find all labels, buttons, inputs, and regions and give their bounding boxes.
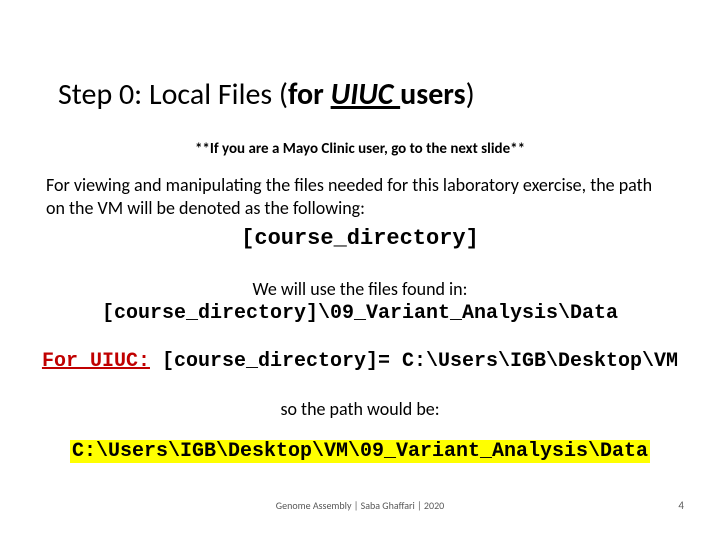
body-text-1: For viewing and manipulating the files n… bbox=[46, 174, 674, 219]
uiuc-path-value: [course_directory]= C:\Users\IGB\Desktop… bbox=[150, 350, 678, 373]
title-bold-post: users bbox=[400, 76, 465, 113]
slide-title: Step 0: Local Files (for UIUC users) bbox=[58, 76, 475, 113]
slide: Step 0: Local Files (for UIUC users) **I… bbox=[0, 0, 720, 540]
body-text-3: so the path would be: bbox=[0, 398, 720, 420]
full-path-highlighted: C:\Users\IGB\Desktop\VM\09_Variant_Analy… bbox=[0, 440, 720, 463]
body-text-2: We will use the files found in: bbox=[0, 278, 720, 300]
mayo-note: **If you are a Mayo Clinic user, go to t… bbox=[0, 140, 720, 158]
title-bold-pre: for bbox=[288, 76, 331, 113]
data-path: [course_directory]\09_Variant_Analysis\D… bbox=[0, 302, 720, 325]
uiuc-path-definition: For UIUC: [course_directory]= C:\Users\I… bbox=[0, 350, 720, 373]
title-post: ) bbox=[466, 76, 475, 113]
full-path-text: C:\Users\IGB\Desktop\VM\09_Variant_Analy… bbox=[70, 440, 650, 463]
for-uiuc-label: For UIUC: bbox=[42, 350, 150, 373]
title-uiuc: UIUC bbox=[331, 76, 401, 113]
footer-credit: Genome Assembly | Saba Ghaffari | 2020 bbox=[0, 499, 720, 512]
title-pre: Step 0: Local Files ( bbox=[58, 76, 288, 113]
course-directory-token: [course_directory] bbox=[0, 226, 720, 251]
page-number: 4 bbox=[678, 499, 684, 512]
